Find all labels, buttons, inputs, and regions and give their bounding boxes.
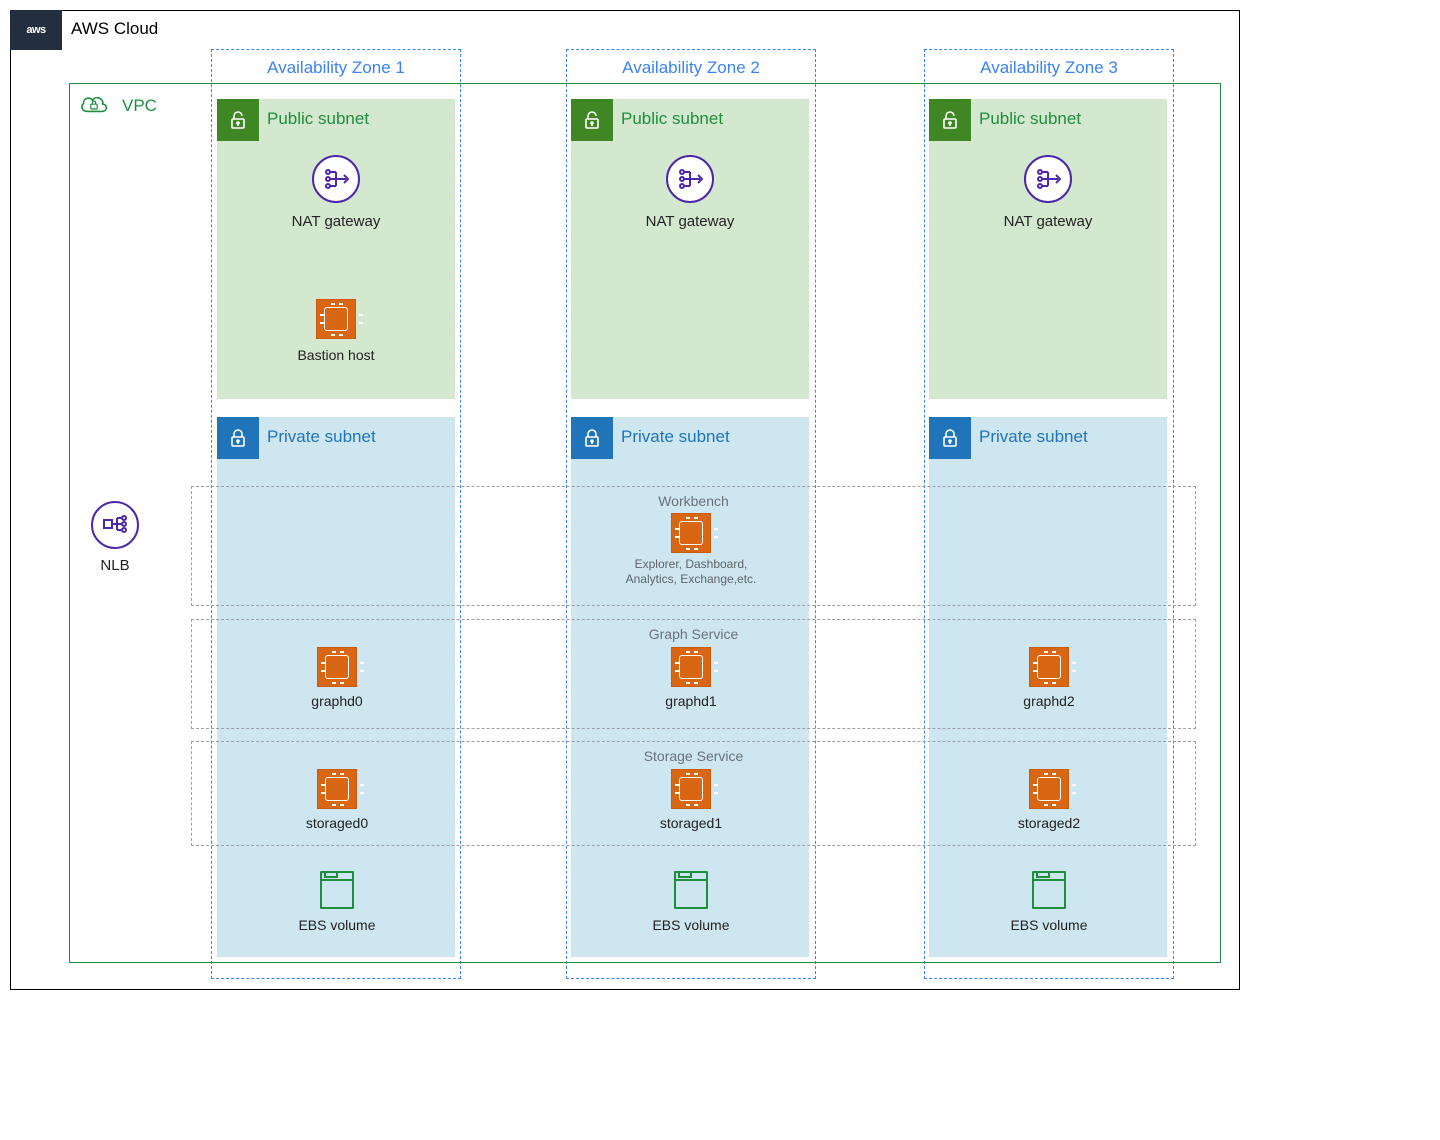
ec2-instance-icon <box>317 647 357 687</box>
aws-logo-badge: aws <box>10 10 62 50</box>
az1-label: Availability Zone 1 <box>212 58 460 78</box>
ebs-volume-icon <box>674 871 708 909</box>
lock-open-icon <box>226 108 250 132</box>
ebs-volume-az2: EBS volume <box>631 871 751 933</box>
graphd0-label: graphd0 <box>257 693 417 709</box>
az3-label: Availability Zone 3 <box>925 58 1173 78</box>
lock-open-icon <box>938 108 962 132</box>
nat-gateway-icon <box>1024 155 1072 203</box>
workbench-title: Workbench <box>192 493 1195 509</box>
ec2-instance-icon <box>317 769 357 809</box>
private-subnet-icon <box>571 417 613 459</box>
graphd2-label: graphd2 <box>969 693 1129 709</box>
public-subnet-label: Public subnet <box>621 109 723 129</box>
lock-closed-icon <box>580 426 604 450</box>
ebs-volume-icon <box>320 871 354 909</box>
lock-closed-icon <box>226 426 250 450</box>
nat-gateway-az3: NAT gateway <box>929 155 1167 230</box>
storaged2-instance: storaged2 <box>969 769 1129 831</box>
nat-gateway-label: NAT gateway <box>571 213 809 230</box>
vpc-label: VPC <box>122 96 157 116</box>
workbench-desc: Explorer, Dashboard, Analytics, Exchange… <box>611 557 771 587</box>
storaged1-label: storaged1 <box>611 815 771 831</box>
public-subnet-az3: Public subnet NAT gateway <box>929 99 1167 399</box>
aws-architecture-diagram: aws AWS Cloud Availability Zone 1 Availa… <box>10 10 1240 990</box>
nat-gateway-az1: NAT gateway <box>217 155 455 230</box>
nlb-block: NLB <box>91 501 139 574</box>
ec2-instance-icon <box>671 513 711 553</box>
nat-gateway-az2: NAT gateway <box>571 155 809 230</box>
private-subnet-label: Private subnet <box>621 427 730 447</box>
graphd2-instance: graphd2 <box>969 647 1129 709</box>
ebs-volume-az3: EBS volume <box>989 871 1109 933</box>
graph-service-title: Graph Service <box>192 626 1195 642</box>
public-subnet-az1: Public subnet NAT gateway Bastion host <box>217 99 455 399</box>
private-subnet-label: Private subnet <box>267 427 376 447</box>
ec2-instance-icon <box>316 299 356 339</box>
public-subnet-icon <box>929 99 971 141</box>
ec2-instance-icon <box>671 769 711 809</box>
ec2-instance-icon <box>671 647 711 687</box>
lock-closed-icon <box>938 426 962 450</box>
storaged2-label: storaged2 <box>969 815 1129 831</box>
bastion-host-label: Bastion host <box>217 347 455 363</box>
public-subnet-icon <box>571 99 613 141</box>
storaged0-label: storaged0 <box>257 815 417 831</box>
ebs-label: EBS volume <box>277 917 397 933</box>
nlb-label: NLB <box>91 557 139 574</box>
nat-gateway-label: NAT gateway <box>217 213 455 230</box>
private-subnet-icon <box>217 417 259 459</box>
nat-gateway-label: NAT gateway <box>929 213 1167 230</box>
ec2-instance-icon <box>1029 769 1069 809</box>
public-subnet-az2: Public subnet NAT gateway <box>571 99 809 399</box>
ec2-instance-icon <box>1029 647 1069 687</box>
aws-logo-text: aws <box>26 24 45 36</box>
graphd0-instance: graphd0 <box>257 647 417 709</box>
vpc-cloud-icon <box>78 92 110 118</box>
workbench-instance: Explorer, Dashboard, Analytics, Exchange… <box>611 513 771 587</box>
public-subnet-label: Public subnet <box>979 109 1081 129</box>
bastion-host-block: Bastion host <box>217 299 455 363</box>
public-subnet-label: Public subnet <box>267 109 369 129</box>
aws-cloud-label: AWS Cloud <box>71 19 158 39</box>
private-subnet-label: Private subnet <box>979 427 1088 447</box>
storage-service-title: Storage Service <box>192 748 1195 764</box>
public-subnet-icon <box>217 99 259 141</box>
ebs-label: EBS volume <box>989 917 1109 933</box>
graphd1-instance: graphd1 <box>611 647 771 709</box>
storaged0-instance: storaged0 <box>257 769 417 831</box>
private-subnet-icon <box>929 417 971 459</box>
graphd1-label: graphd1 <box>611 693 771 709</box>
nat-gateway-icon <box>312 155 360 203</box>
lock-open-icon <box>580 108 604 132</box>
az2-label: Availability Zone 2 <box>567 58 815 78</box>
nat-gateway-icon <box>666 155 714 203</box>
nlb-icon <box>91 501 139 549</box>
ebs-label: EBS volume <box>631 917 751 933</box>
ebs-volume-icon <box>1032 871 1066 909</box>
ebs-volume-az1: EBS volume <box>277 871 397 933</box>
storaged1-instance: storaged1 <box>611 769 771 831</box>
